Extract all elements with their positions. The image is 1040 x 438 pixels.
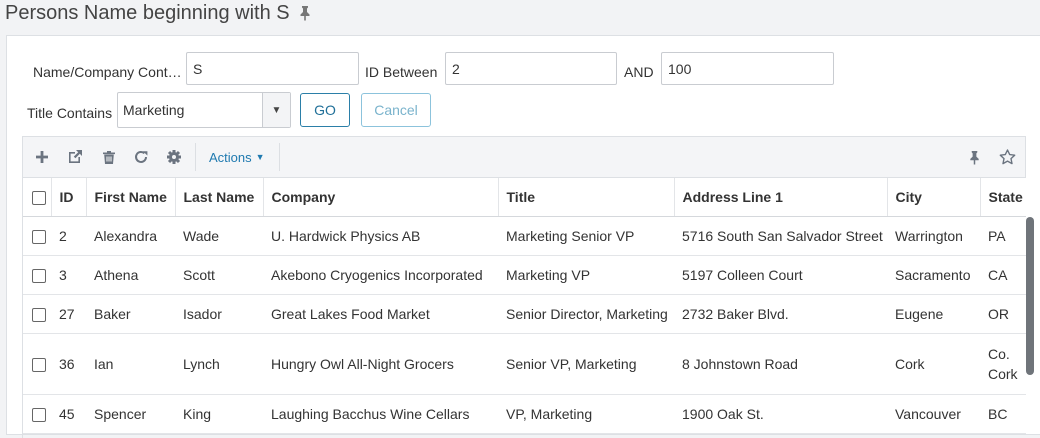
title-contains-value: Marketing bbox=[123, 102, 185, 118]
cell-state: CA bbox=[980, 255, 1026, 295]
dropdown-arrow-icon[interactable]: ▼ bbox=[262, 93, 290, 127]
cell-first-name: Athena bbox=[86, 255, 175, 295]
cell-last-name: King bbox=[175, 394, 263, 434]
column-header-last-name[interactable]: Last Name bbox=[175, 178, 264, 217]
cell-address: 1900 Oak St. bbox=[674, 394, 887, 434]
and-label: AND bbox=[624, 64, 654, 80]
column-header-id[interactable]: ID bbox=[51, 178, 87, 217]
column-header-company[interactable]: Company bbox=[263, 178, 499, 217]
title-contains-select[interactable]: Marketing ▼ bbox=[117, 92, 291, 128]
cell-first-name: Ian bbox=[86, 333, 175, 395]
cell-address: 2732 Baker Blvd. bbox=[674, 294, 887, 334]
title-contains-label: Title Contains bbox=[27, 105, 113, 121]
table-row[interactable]: 45 Spencer King Laughing Bacchus Wine Ce… bbox=[23, 394, 1026, 434]
id-between-label: ID Between bbox=[365, 64, 438, 80]
persons-grid: ID First Name Last Name Company Title Ad… bbox=[22, 178, 1026, 438]
trash-icon[interactable] bbox=[96, 137, 122, 177]
pin-icon[interactable] bbox=[298, 5, 312, 21]
column-header-first-name[interactable]: First Name bbox=[86, 178, 176, 217]
column-header-address-line-1[interactable]: Address Line 1 bbox=[674, 178, 888, 217]
column-header-city[interactable]: City bbox=[887, 178, 981, 217]
name-company-label: Name/Company Cont… bbox=[33, 64, 182, 80]
cell-last-name: Lynch bbox=[175, 333, 263, 395]
cell-id: 2 bbox=[51, 216, 86, 256]
row-checkbox[interactable] bbox=[23, 255, 51, 295]
toolbar-divider bbox=[279, 143, 280, 171]
actions-label: Actions bbox=[209, 149, 252, 165]
cell-title: Marketing VP bbox=[498, 255, 674, 295]
cell-state: PA bbox=[980, 216, 1026, 256]
row-checkbox[interactable] bbox=[23, 333, 51, 395]
cell-city: Vancouver bbox=[887, 394, 980, 434]
actions-menu-button[interactable]: Actions ▼ bbox=[209, 137, 265, 177]
refresh-icon[interactable] bbox=[128, 137, 154, 177]
cell-company: Laughing Bacchus Wine Cellars bbox=[263, 394, 498, 434]
cell-first-name: Baker bbox=[86, 294, 175, 334]
cell-last-name: Isador bbox=[175, 294, 263, 334]
cell-company: U. Hardwick Physics AB bbox=[263, 216, 498, 256]
name-company-input[interactable] bbox=[186, 52, 359, 85]
cell-first-name: Spencer bbox=[86, 394, 175, 434]
row-checkbox[interactable] bbox=[23, 216, 51, 256]
cell-title: VP, Marketing bbox=[498, 394, 674, 434]
cell-state: OR bbox=[980, 294, 1026, 334]
id-to-input[interactable] bbox=[661, 52, 834, 85]
cell-id: 36 bbox=[51, 333, 86, 395]
cell-title: Senior Director, Marketing bbox=[498, 294, 674, 334]
cell-first-name: Alexandra bbox=[86, 216, 175, 256]
cell-company: Akebono Cryogenics Incorporated bbox=[263, 255, 498, 295]
cell-address: 8 Johnstown Road bbox=[674, 333, 887, 395]
cell-id: 3 bbox=[51, 255, 86, 295]
cell-company: Hungry Owl All-Night Grocers bbox=[263, 333, 498, 395]
cell-last-name: Scott bbox=[175, 255, 263, 295]
column-header-state[interactable]: State bbox=[980, 178, 1026, 217]
row-checkbox[interactable] bbox=[23, 394, 51, 434]
external-link-icon[interactable] bbox=[62, 137, 88, 177]
cell-city: Eugene bbox=[887, 294, 980, 334]
table-row[interactable]: 27 Baker Isador Great Lakes Food Market … bbox=[23, 294, 1026, 334]
plus-icon[interactable] bbox=[29, 137, 55, 177]
select-all-checkbox[interactable] bbox=[23, 178, 52, 217]
cell-address: 5197 Colleen Court bbox=[674, 255, 887, 295]
vertical-scrollbar[interactable] bbox=[1026, 217, 1034, 375]
toolbar-divider bbox=[195, 143, 196, 171]
cell-state: Co. Cork bbox=[980, 333, 1026, 395]
table-header-row: ID First Name Last Name Company Title Ad… bbox=[23, 178, 1026, 217]
cell-title: Senior VP, Marketing bbox=[498, 333, 674, 395]
cell-city: Warrington bbox=[887, 216, 980, 256]
gear-icon[interactable] bbox=[161, 137, 187, 177]
page-title-text: Persons Name beginning with S bbox=[5, 1, 290, 24]
persons-table: ID First Name Last Name Company Title Ad… bbox=[23, 178, 1026, 434]
caret-down-icon: ▼ bbox=[255, 152, 265, 162]
grid-toolbar: Actions ▼ bbox=[22, 136, 1026, 178]
cell-id: 27 bbox=[51, 294, 86, 334]
cell-company: Great Lakes Food Market bbox=[263, 294, 498, 334]
table-row[interactable]: 3 Athena Scott Akebono Cryogenics Incorp… bbox=[23, 255, 1026, 295]
cell-title: Marketing Senior VP bbox=[498, 216, 674, 256]
star-icon[interactable] bbox=[994, 137, 1020, 177]
cell-city: Sacramento bbox=[887, 255, 980, 295]
cell-city: Cork bbox=[887, 333, 980, 395]
go-button[interactable]: GO bbox=[300, 93, 350, 127]
cell-state: BC bbox=[980, 394, 1026, 434]
page-title: Persons Name beginning with S bbox=[5, 0, 312, 26]
id-from-input[interactable] bbox=[445, 52, 617, 85]
cell-id: 45 bbox=[51, 394, 86, 434]
cancel-button[interactable]: Cancel bbox=[361, 93, 431, 127]
table-row[interactable]: 2 Alexandra Wade U. Hardwick Physics AB … bbox=[23, 216, 1026, 256]
column-header-title[interactable]: Title bbox=[498, 178, 675, 217]
pin-icon[interactable] bbox=[961, 137, 987, 177]
filter-grid-panel: Name/Company Cont… ID Between AND Title … bbox=[6, 35, 1040, 438]
cell-last-name: Wade bbox=[175, 216, 263, 256]
table-row[interactable]: 36 Ian Lynch Hungry Owl All-Night Grocer… bbox=[23, 333, 1026, 395]
cell-address: 5716 South San Salvador Street bbox=[674, 216, 887, 256]
row-checkbox[interactable] bbox=[23, 294, 51, 334]
